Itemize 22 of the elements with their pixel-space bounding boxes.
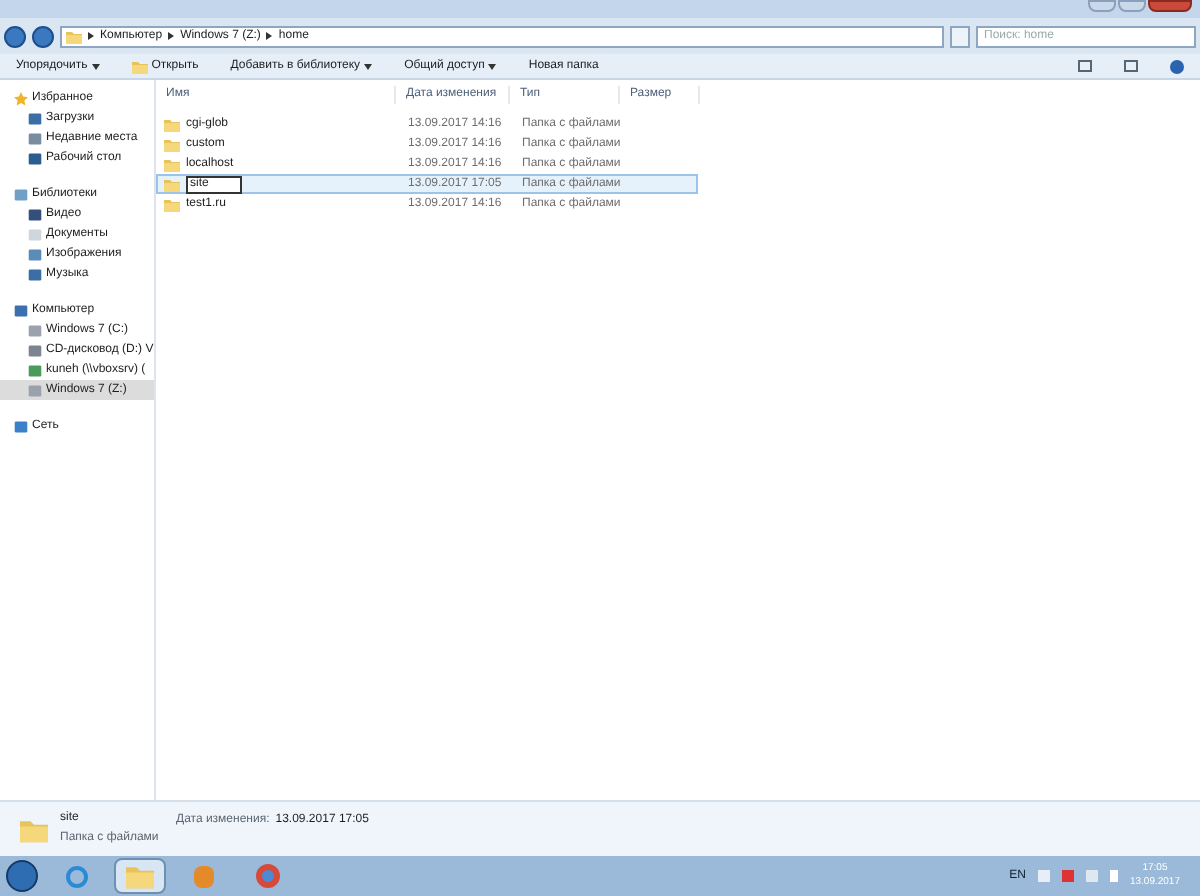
refresh-button[interactable] <box>950 25 970 47</box>
folder-icon <box>164 177 180 191</box>
folder-icon <box>164 137 180 151</box>
folder-icon <box>164 197 180 211</box>
maximize-button[interactable] <box>1118 0 1146 12</box>
back-button[interactable] <box>4 25 26 47</box>
chevron-icon <box>168 32 175 40</box>
forward-button[interactable] <box>32 25 54 47</box>
star-icon <box>14 91 28 105</box>
start-button[interactable] <box>6 860 38 892</box>
close-button[interactable] <box>1148 0 1192 12</box>
chevron-icon <box>266 32 273 40</box>
caret-icon <box>91 63 100 69</box>
folder-icon <box>164 157 180 171</box>
minimize-button[interactable] <box>1088 0 1116 12</box>
caret-icon <box>488 63 497 69</box>
folder-icon <box>164 117 180 131</box>
caret-icon <box>364 63 373 69</box>
chevron-icon <box>88 32 94 40</box>
folder-icon <box>131 59 148 73</box>
taskbar-app-button[interactable] <box>114 858 166 894</box>
folder-icon <box>66 29 82 43</box>
